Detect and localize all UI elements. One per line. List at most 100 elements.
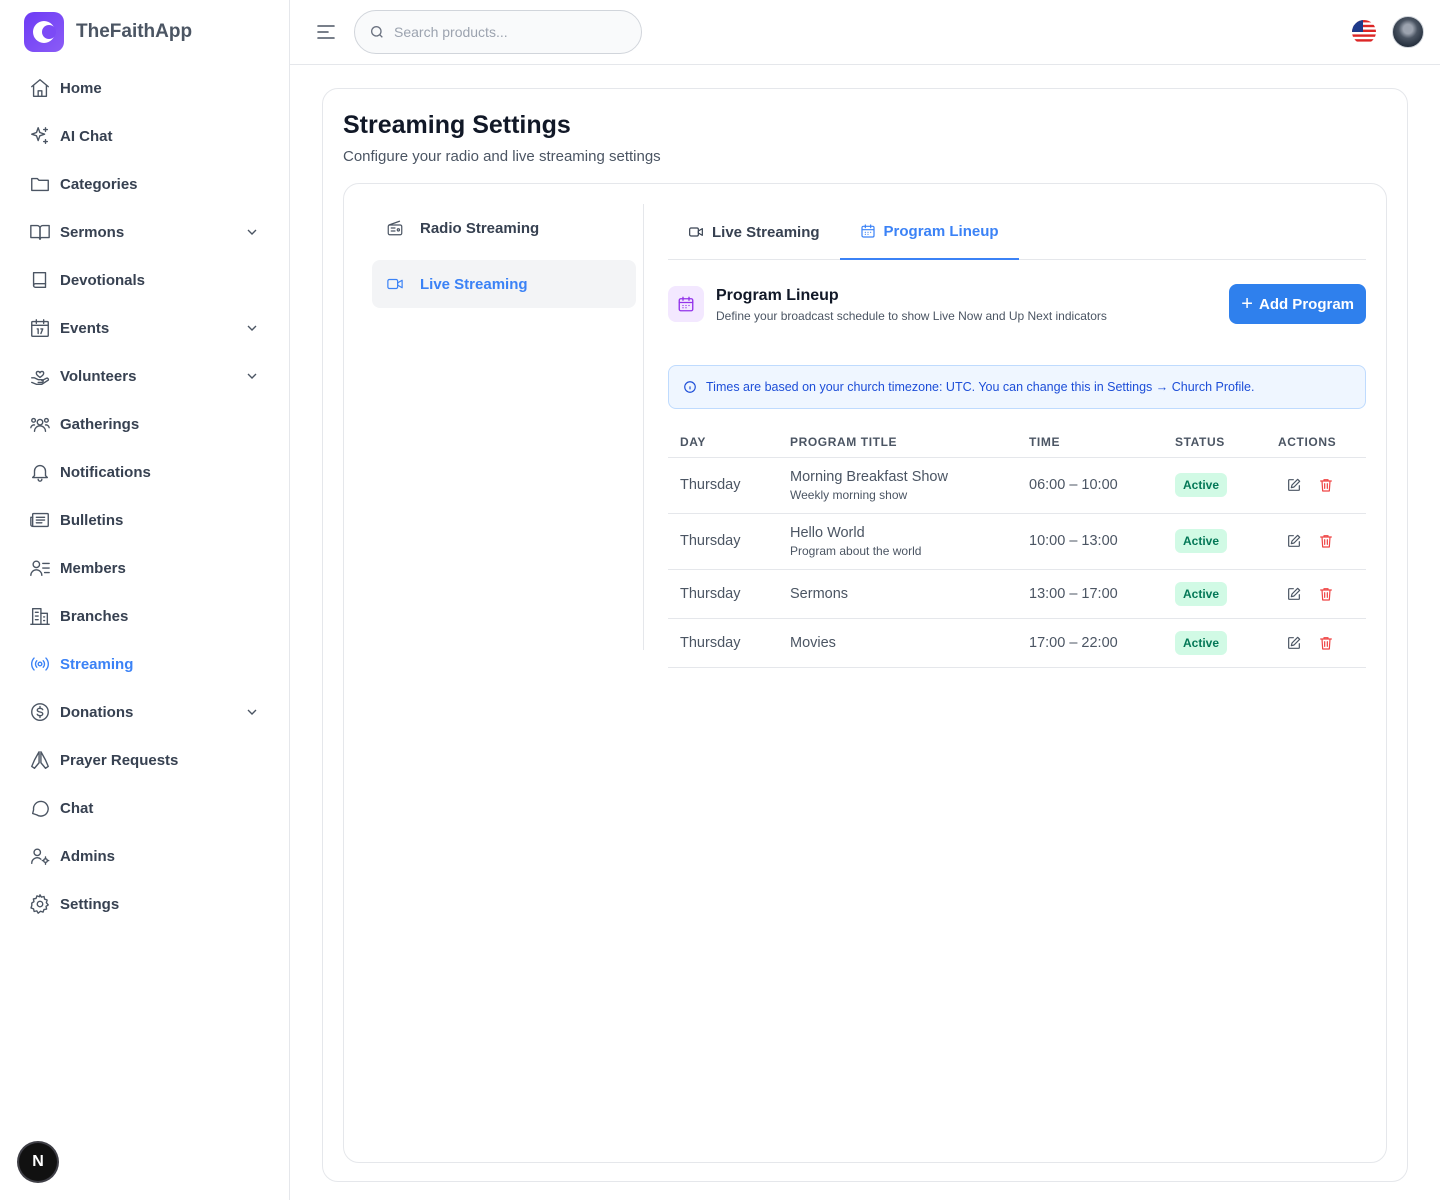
- sidebar-item-prayer-requests[interactable]: Prayer Requests: [16, 736, 274, 784]
- cell-actions: [1266, 457, 1366, 514]
- chevron-down-icon[interactable]: [244, 320, 260, 336]
- sidebar-item-label: Chat: [60, 799, 94, 817]
- building-icon: [28, 604, 52, 628]
- column-header-time: TIME: [1017, 427, 1163, 458]
- cell-time: 17:00 – 22:00: [1017, 618, 1163, 668]
- sidebar-item-devotionals[interactable]: Devotionals: [16, 256, 274, 304]
- sidebar-item-streaming[interactable]: Streaming: [16, 640, 274, 688]
- sidebar: TheFaithApp Home AI Chat Categories Sermons…: [0, 0, 290, 1200]
- sidebar-item-events[interactable]: Events: [16, 304, 274, 352]
- praying-hands-icon: [28, 748, 52, 772]
- calendar-icon: [860, 224, 875, 238]
- chevron-down-icon[interactable]: [244, 704, 260, 720]
- calendar-icon: [668, 286, 704, 322]
- side-tab-label: Live Streaming: [420, 275, 528, 293]
- section-subtitle: Define your broadcast schedule to show L…: [716, 309, 1107, 323]
- search-box[interactable]: [354, 10, 642, 54]
- search-input[interactable]: [394, 24, 624, 40]
- program-title: Movies: [790, 634, 836, 651]
- sidebar-item-settings[interactable]: Settings: [16, 880, 274, 928]
- trash-icon[interactable]: [1314, 529, 1338, 553]
- sidebar-item-label: Notifications: [60, 463, 151, 481]
- sidebar-nav: Home AI Chat Categories Sermons Devotionals E…: [16, 64, 274, 928]
- brand[interactable]: TheFaithApp: [24, 12, 192, 52]
- us-flag-icon[interactable]: [1352, 20, 1376, 44]
- cell-title: Hello World Program about the world: [778, 513, 1017, 570]
- trash-icon[interactable]: [1314, 582, 1338, 606]
- sidebar-item-label: Events: [60, 319, 110, 337]
- tab-label: Live Streaming: [712, 223, 820, 241]
- cell-status: Active: [1163, 513, 1266, 570]
- user-list-icon: [28, 556, 52, 580]
- cell-status: Active: [1163, 569, 1266, 619]
- cell-actions: [1266, 618, 1366, 668]
- sidebar-item-label: Prayer Requests: [60, 751, 179, 769]
- section-title: Program Lineup: [716, 287, 839, 304]
- cell-actions: [1266, 513, 1366, 570]
- users-icon: [28, 412, 52, 436]
- sidebar-item-volunteers[interactable]: Volunteers: [16, 352, 274, 400]
- live-streaming-content: Live Streaming Program Lineup Program Li…: [668, 204, 1366, 668]
- sidebar-item-ai-chat[interactable]: AI Chat: [16, 112, 274, 160]
- side-tab-live-streaming[interactable]: Live Streaming: [372, 260, 636, 308]
- avatar[interactable]: [1392, 16, 1424, 48]
- menu-toggle-icon[interactable]: [314, 20, 338, 44]
- book-icon: [28, 268, 52, 292]
- side-tab-label: Radio Streaming: [420, 219, 540, 237]
- page-title: Streaming Settings: [343, 111, 571, 139]
- chevron-down-icon[interactable]: [244, 368, 260, 384]
- dollar-circle-icon: [28, 700, 52, 724]
- sidebar-item-label: Admins: [60, 847, 116, 865]
- column-header-actions: ACTIONS: [1266, 427, 1366, 458]
- program-title: Morning Breakfast Show: [790, 468, 948, 485]
- program-description: Program about the world: [790, 543, 922, 558]
- sidebar-item-label: Devotionals: [60, 271, 146, 289]
- sidebar-item-members[interactable]: Members: [16, 544, 274, 592]
- chevron-down-icon[interactable]: [244, 224, 260, 240]
- sidebar-item-donations[interactable]: Donations: [16, 688, 274, 736]
- sidebar-item-label: AI Chat: [60, 127, 113, 145]
- table-row: Thursday Movies 17:00 – 22:00 Active: [668, 618, 1366, 668]
- sidebar-item-bulletins[interactable]: Bulletins: [16, 496, 274, 544]
- column-header-status: STATUS: [1163, 427, 1266, 458]
- add-program-button[interactable]: + Add Program: [1229, 284, 1366, 324]
- program-title: Sermons: [790, 585, 849, 602]
- sidebar-item-label: Volunteers: [60, 367, 137, 385]
- sidebar-item-label: Bulletins: [60, 511, 124, 529]
- program-lineup-header: Program Lineup Define your broadcast sch…: [668, 284, 1366, 668]
- edit-icon[interactable]: [1282, 473, 1306, 497]
- sidebar-item-categories[interactable]: Categories: [16, 160, 274, 208]
- app-name: TheFaithApp: [76, 21, 193, 42]
- tab-program-lineup[interactable]: Program Lineup: [839, 204, 1019, 260]
- table-row: Thursday Sermons 13:00 – 17:00 Active: [668, 569, 1366, 619]
- sidebar-item-chat[interactable]: Chat: [16, 784, 274, 832]
- sidebar-item-admins[interactable]: Admins: [16, 832, 274, 880]
- status-badge: Active: [1175, 630, 1228, 655]
- status-badge: Active: [1175, 473, 1228, 497]
- cell-status: Active: [1163, 457, 1266, 514]
- dev-tools-badge[interactable]: N: [19, 1143, 57, 1181]
- streaming-settings-panel: Radio Streaming Live Streaming Live Stre…: [343, 183, 1387, 1163]
- cell-time: 06:00 – 10:00: [1017, 457, 1163, 514]
- sidebar-item-branches[interactable]: Branches: [16, 592, 274, 640]
- edit-icon[interactable]: [1282, 582, 1306, 606]
- trash-icon[interactable]: [1314, 473, 1338, 497]
- cell-day: Thursday: [668, 457, 778, 514]
- tab-label: Program Lineup: [883, 222, 999, 240]
- sidebar-item-gatherings[interactable]: Gatherings: [16, 400, 274, 448]
- side-tab-radio-streaming[interactable]: Radio Streaming: [372, 204, 636, 252]
- table-row: Thursday Hello World Program about the wor…: [668, 513, 1366, 570]
- cell-day: Thursday: [668, 513, 778, 570]
- sidebar-item-sermons[interactable]: Sermons: [16, 208, 274, 256]
- edit-icon[interactable]: [1282, 529, 1306, 553]
- status-badge: Active: [1175, 581, 1228, 606]
- tab-live-streaming[interactable]: Live Streaming: [668, 204, 840, 260]
- sidebar-item-home[interactable]: Home: [16, 64, 274, 112]
- folder-icon: [28, 172, 52, 196]
- edit-icon[interactable]: [1282, 631, 1306, 655]
- cell-title: Movies: [778, 618, 1017, 668]
- trash-icon[interactable]: [1314, 631, 1338, 655]
- page-subtitle: Configure your radio and live streaming …: [343, 148, 661, 165]
- cell-day: Thursday: [668, 569, 778, 619]
- sidebar-item-notifications[interactable]: Notifications: [16, 448, 274, 496]
